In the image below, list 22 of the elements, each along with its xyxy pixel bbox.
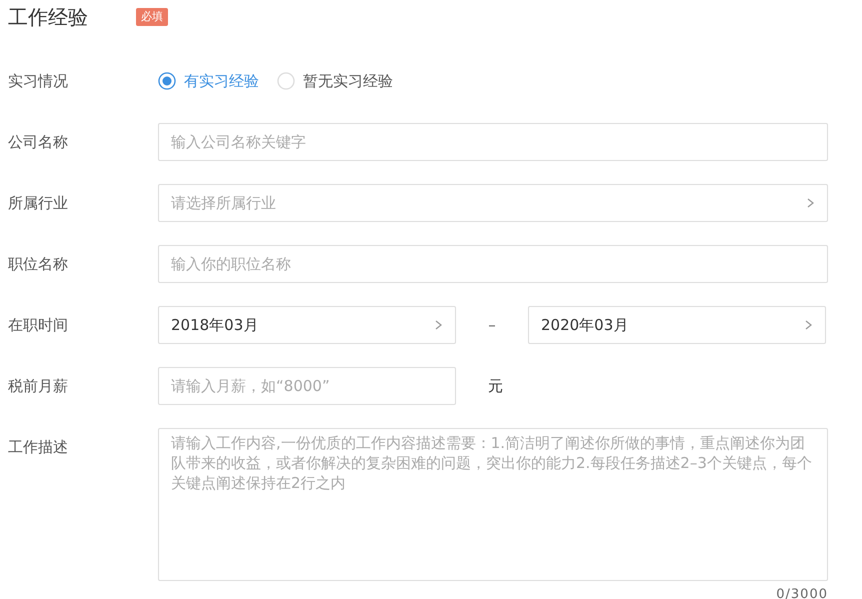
field-label: 职位名称 <box>8 254 69 275</box>
field-label: 实习情况 <box>8 70 69 92</box>
chevron-icon <box>435 320 443 330</box>
chevron-icon <box>807 198 815 208</box>
chevron-icon <box>805 320 813 330</box>
field-label: 工作描述 <box>8 437 69 458</box>
salary-field[interactable]: 请输入月薪，如“8000” <box>158 367 456 405</box>
radio-option[interactable]: 暂无实习经验 <box>277 70 393 92</box>
range-separator: – <box>487 314 497 336</box>
unit-label: 元 <box>488 376 503 397</box>
text-field[interactable]: 输入你的职位名称 <box>158 245 828 283</box>
character-counter: 0/3000 <box>776 587 828 599</box>
date-picker[interactable]: 2020年03月 <box>528 306 826 344</box>
field-label: 在职时间 <box>8 314 69 336</box>
section-title: 工作经验 <box>8 4 88 31</box>
field-label: 公司名称 <box>8 132 69 153</box>
date-picker[interactable]: 2018年03月 <box>158 306 456 344</box>
field-label: 所属行业 <box>8 192 69 214</box>
field-label: 税前月薪 <box>8 376 69 397</box>
text-field[interactable]: 输入公司名称关键字 <box>158 123 828 161</box>
required-badge: 必填 <box>136 8 168 26</box>
description-field[interactable]: 请输入工作内容,一份优质的工作内容描述需要：1.简洁明了阐述你所做的事情，重点阐述你为团队带来的收益，或者你解决的复杂困难的问题，突出你的能力2.每段任务描述2–3个关键点，每个关键点阐述保持在2行之内 <box>158 428 828 581</box>
